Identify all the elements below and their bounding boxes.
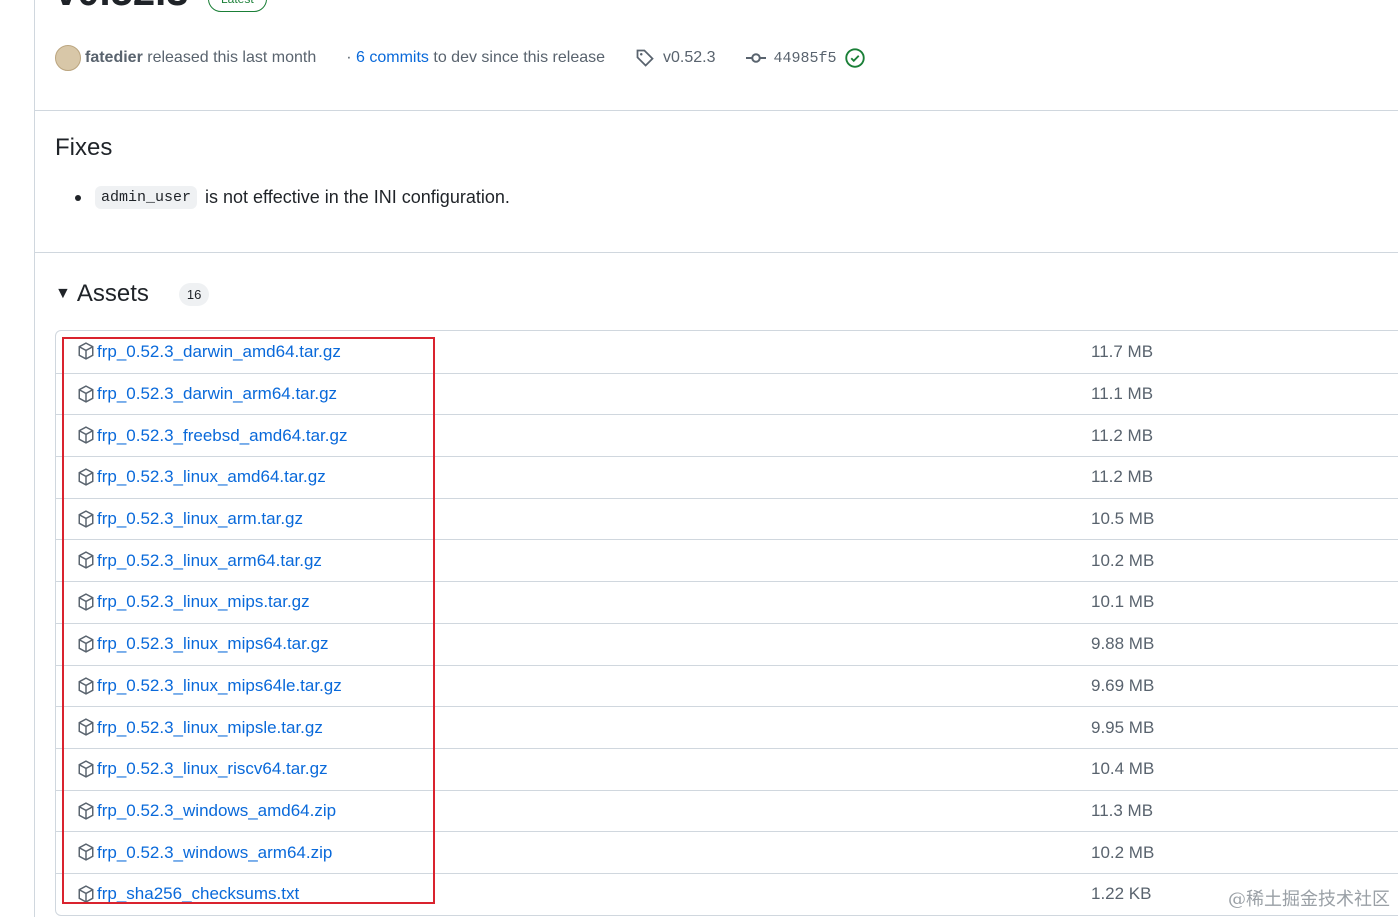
latest-badge: Latest	[208, 0, 267, 12]
asset-size: 10.2 MB	[1091, 842, 1155, 862]
author-link[interactable]: fatedier	[85, 49, 143, 67]
note-code: admin_user	[95, 186, 198, 209]
divider	[34, 110, 1398, 111]
tag-link[interactable]: v0.52.3	[663, 49, 715, 67]
asset-size: 11.7 MB	[1091, 341, 1154, 361]
highlight-box	[62, 337, 435, 904]
verified-icon[interactable]	[844, 48, 865, 68]
commits-link[interactable]: 6 commits	[356, 49, 429, 67]
assets-heading: Assets	[76, 280, 149, 307]
released-text: released this last month	[147, 49, 317, 66]
avatar[interactable]	[55, 45, 81, 71]
bullet-dot	[75, 194, 81, 201]
asset-size: 9.88 MB	[1091, 634, 1155, 654]
asset-size: 10.1 MB	[1091, 592, 1155, 612]
commit-icon	[745, 53, 766, 63]
watermark: @稀土掘金技术社区	[1228, 889, 1390, 910]
commit-link[interactable]: 44985f5	[774, 50, 837, 67]
asset-size: 9.69 MB	[1091, 675, 1155, 695]
asset-size: 11.1 MB	[1091, 384, 1154, 404]
divider	[34, 252, 1398, 253]
asset-size: 1.22 KB	[1091, 884, 1152, 904]
assets-toggle[interactable]: ▼ Assets 16	[55, 280, 210, 308]
asset-size: 10.5 MB	[1091, 509, 1155, 529]
note-text: is not effective in the INI configuratio…	[205, 187, 510, 207]
release-meta: fatedier released this last month · 6 co…	[55, 44, 865, 72]
tag-icon	[636, 49, 654, 67]
asset-size: 10.2 MB	[1091, 550, 1155, 570]
note-item: admin_user is not effective in the INI c…	[75, 186, 510, 209]
asset-size: 11.2 MB	[1091, 467, 1154, 487]
commits-text: to dev since this release	[433, 49, 606, 66]
assets-count: 16	[178, 282, 210, 306]
asset-size: 11.3 MB	[1091, 800, 1154, 820]
asset-size: 9.95 MB	[1091, 717, 1155, 737]
notes-heading: Fixes	[55, 134, 113, 161]
caret-down-icon: ▼	[55, 285, 71, 302]
asset-size: 10.4 MB	[1091, 759, 1155, 779]
asset-size: 11.2 MB	[1091, 425, 1154, 445]
release-title: v0.52.3	[55, 0, 188, 15]
page-border	[34, 0, 35, 917]
